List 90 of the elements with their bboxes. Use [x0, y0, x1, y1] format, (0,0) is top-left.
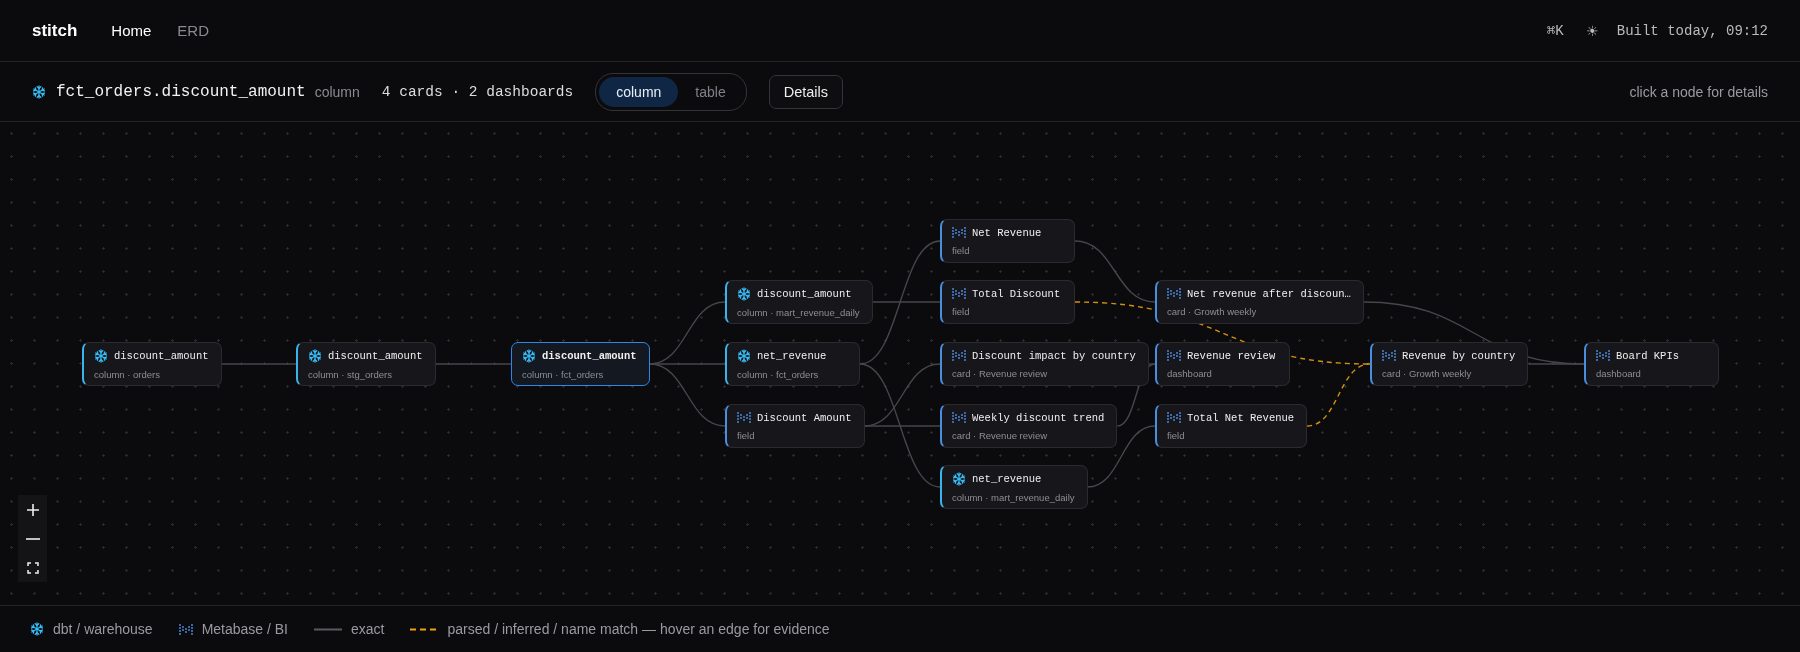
lineage-node[interactable]: net_revenue column · fct_orders: [725, 342, 860, 386]
dot-grid-icon: [1167, 349, 1181, 362]
node-title: Net Revenue: [972, 226, 1042, 239]
lineage-node[interactable]: Discount Amount field: [725, 404, 865, 448]
dot-grid-icon: [1167, 411, 1181, 424]
node-title: net_revenue: [972, 472, 1042, 485]
dot-grid-icon: [952, 411, 966, 424]
node-subtitle: card · Revenue review: [952, 430, 1049, 441]
legend-label: Metabase / BI: [201, 621, 288, 637]
node-title: discount_amount: [757, 287, 852, 300]
snowflake-icon: [522, 348, 536, 363]
snowflake-icon: [30, 622, 44, 636]
snowflake-icon: [737, 286, 751, 301]
lineage-node[interactable]: Board KPIs dashboard: [1584, 342, 1719, 386]
node-title: Weekly discount trend: [972, 411, 1105, 424]
lineage-node[interactable]: discount_amount column · mart_revenue_daily: [725, 280, 873, 324]
node-title: Total Net Revenue: [1187, 411, 1295, 424]
node-subtitle: field: [952, 306, 971, 317]
title-kind: column: [314, 83, 360, 100]
usage-summary: 4 cards · 2 dashboards: [381, 83, 574, 100]
node-title: discount_amount: [114, 349, 209, 362]
node-subtitle: column · orders: [94, 368, 161, 380]
node-title: Board KPIs: [1616, 349, 1679, 362]
node-subtitle: dashboard: [1167, 368, 1213, 379]
node-title: Revenue by country: [1402, 349, 1516, 362]
dot-grid-icon: [952, 226, 966, 239]
plus-icon: [25, 502, 40, 517]
dot-grid-icon: [178, 622, 193, 636]
view-mode-option[interactable]: table: [678, 76, 743, 107]
view-mode-option[interactable]: column: [599, 76, 679, 107]
lineage-node[interactable]: net_revenue column · mart_revenue_daily: [940, 465, 1088, 509]
minus-icon: [25, 537, 40, 540]
node-subtitle: dashboard: [1596, 368, 1642, 379]
snowflake-icon: [94, 348, 108, 363]
theme-toggle[interactable]: ☀: [1585, 22, 1599, 39]
solid-line-icon: [314, 627, 342, 631]
dot-grid-icon: [952, 349, 966, 362]
node-title: Revenue review: [1187, 349, 1276, 362]
details-button[interactable]: Details: [768, 74, 844, 109]
shortcut-hint[interactable]: ⌘K: [1546, 22, 1564, 39]
lineage-node[interactable]: Weekly discount trend card · Revenue review: [940, 404, 1118, 448]
node-subtitle: column · fct_orders: [737, 368, 820, 380]
snowflake-icon: [952, 471, 966, 486]
node-subtitle: column · mart_revenue_daily: [952, 491, 1075, 503]
legend-label: dbt / warehouse: [53, 621, 153, 637]
legend-label: exact: [351, 621, 385, 637]
node-subtitle: field: [1167, 430, 1186, 441]
lineage-node[interactable]: Net Revenue field: [940, 219, 1075, 263]
node-subtitle: field: [952, 245, 971, 256]
node-title: net_revenue: [757, 349, 827, 362]
hint-text: click a node for details: [1629, 83, 1768, 100]
lineage-node[interactable]: Total Discount field: [940, 280, 1075, 324]
lineage-node[interactable]: Revenue review dashboard: [1155, 342, 1290, 386]
snowflake-icon: [32, 84, 46, 99]
node-subtitle: column · mart_revenue_daily: [737, 306, 860, 318]
dot-grid-icon: [952, 287, 966, 300]
node-subtitle: field: [737, 430, 756, 441]
dot-grid-icon: [737, 411, 751, 424]
fullscreen-icon: [26, 561, 39, 574]
lineage-node[interactable]: Total Net Revenue field: [1155, 404, 1308, 448]
node-title: Discount impact by country: [972, 349, 1136, 362]
node-subtitle: column · fct_orders: [522, 368, 605, 380]
dashed-connector-line[interactable]: [1306, 363, 1371, 427]
node-title: Net revenue after discoun…: [1187, 287, 1351, 300]
lineage-node[interactable]: discount_amount column · orders: [82, 342, 222, 386]
dot-grid-icon: [1382, 349, 1396, 362]
dot-grid-icon: [1596, 349, 1610, 362]
lineage-node[interactable]: Net revenue after discoun… card · Growth weekly: [1155, 280, 1364, 324]
node-subtitle: card · Growth weekly: [1382, 368, 1473, 379]
node-subtitle: card · Revenue review: [952, 368, 1049, 379]
snowflake-icon: [308, 348, 322, 363]
lineage-node[interactable]: Discount impact by country card · Revenue review: [940, 342, 1149, 386]
snowflake-icon: [737, 348, 751, 363]
dashed-line-icon: [410, 627, 439, 631]
build-status: Built today, 09:12: [1616, 22, 1768, 39]
nav-link[interactable]: Home: [111, 22, 152, 39]
lineage-title: fct_orders.discount_amount: [56, 82, 306, 101]
node-title: Discount Amount: [757, 411, 852, 424]
dot-grid-icon: [1167, 287, 1181, 300]
lineage-node[interactable]: discount_amount column · fct_orders: [511, 342, 650, 386]
node-subtitle: column · stg_orders: [308, 368, 393, 380]
lineage-node[interactable]: discount_amount column · stg_orders: [296, 342, 436, 386]
lineage-node[interactable]: Revenue by country card · Growth weekly: [1370, 342, 1529, 386]
node-title: discount_amount: [542, 349, 637, 362]
nav-link[interactable]: ERD: [177, 22, 210, 39]
app-logo: stitch: [32, 20, 78, 41]
legend-label: parsed / inferred / name match — hover an edge for evidence: [447, 621, 830, 637]
node-title: Total Discount: [972, 287, 1061, 300]
node-subtitle: card · Growth weekly: [1167, 306, 1258, 317]
node-title: discount_amount: [328, 349, 423, 362]
